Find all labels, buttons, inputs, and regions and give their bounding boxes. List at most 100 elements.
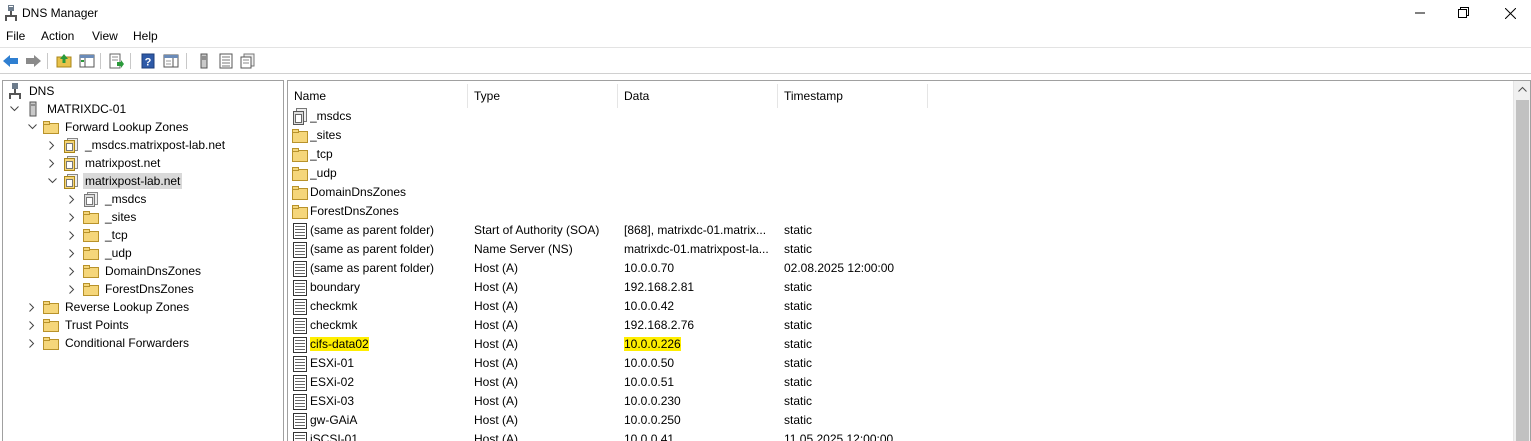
close-button[interactable] xyxy=(1487,0,1531,26)
server-button[interactable] xyxy=(195,52,213,70)
tree-node-forestdnszones[interactable]: ForestDnsZones xyxy=(67,280,196,298)
zone-record-button[interactable] xyxy=(239,52,257,70)
tree-node-server[interactable]: MATRIXDC-01 xyxy=(9,100,128,118)
chevron-down-icon[interactable] xyxy=(47,176,57,186)
cell-timestamp: static xyxy=(784,413,813,427)
tree-node-label: DomainDnsZones xyxy=(105,264,202,278)
tree-node-reverse-lookup-zones[interactable]: Reverse Lookup Zones xyxy=(27,298,191,316)
cell-name: checkmk xyxy=(310,299,358,313)
properties-button[interactable] xyxy=(162,52,180,70)
cell-timestamp: static xyxy=(784,356,813,370)
chevron-right-icon[interactable] xyxy=(47,158,57,168)
cell-name: checkmk xyxy=(310,318,358,332)
minimize-icon xyxy=(1415,12,1425,14)
vertical-scrollbar[interactable] xyxy=(1513,81,1530,441)
chevron-right-icon[interactable] xyxy=(27,338,37,348)
scroll-up-icon[interactable] xyxy=(1514,81,1531,98)
table-row[interactable]: ESXi-01 Host (A) 10.0.0.50 static xyxy=(288,354,1513,373)
column-header-timestamp[interactable]: Timestamp xyxy=(778,84,928,108)
chevron-down-icon[interactable] xyxy=(27,122,37,132)
tree-node-sites[interactable]: _sites xyxy=(67,208,138,226)
table-row[interactable]: ForestDnsZones xyxy=(288,202,1513,221)
cell-name: iSCSI-01 xyxy=(310,432,359,441)
tree-node-forward-lookup-zones[interactable]: Forward Lookup Zones xyxy=(27,118,190,136)
back-arrow-icon xyxy=(3,55,18,67)
table-row[interactable]: checkmk Host (A) 10.0.0.42 static xyxy=(288,297,1513,316)
menu-action[interactable]: Action xyxy=(41,29,74,43)
menu-help[interactable]: Help xyxy=(133,29,158,43)
table-row[interactable]: boundary Host (A) 192.168.2.81 static xyxy=(288,278,1513,297)
table-row[interactable]: _tcp xyxy=(288,145,1513,164)
table-row[interactable]: ESXi-03 Host (A) 10.0.0.230 static xyxy=(288,392,1513,411)
chevron-right-icon[interactable] xyxy=(47,140,57,150)
chevron-right-icon[interactable] xyxy=(67,212,77,222)
minimize-button[interactable] xyxy=(1397,0,1443,26)
column-header-type[interactable]: Type xyxy=(468,84,618,108)
table-row[interactable]: cifs-data02 Host (A) 10.0.0.226 static xyxy=(288,335,1513,354)
tree-node-conditional-forwarders[interactable]: Conditional Forwarders xyxy=(27,334,191,352)
column-header-data[interactable]: Data xyxy=(618,84,778,108)
cell-timestamp: static xyxy=(784,375,813,389)
tree-node-label: Forward Lookup Zones xyxy=(65,120,189,134)
list-button[interactable] xyxy=(217,52,235,70)
title-bar: DNS Manager xyxy=(0,0,1531,26)
table-row[interactable]: (same as parent folder) Host (A) 10.0.0.70… xyxy=(288,259,1513,278)
cell-data: matrixdc-01.matrixpost-la... xyxy=(624,242,769,256)
tree-node-trust-points[interactable]: Trust Points xyxy=(27,316,131,334)
table-row[interactable]: ESXi-02 Host (A) 10.0.0.51 static xyxy=(288,373,1513,392)
chevron-right-icon[interactable] xyxy=(67,194,77,204)
zone-icon xyxy=(292,108,308,125)
list-icon xyxy=(219,53,233,69)
cell-timestamp: static xyxy=(784,318,813,332)
chevron-right-icon[interactable] xyxy=(67,284,77,294)
table-row[interactable]: _udp xyxy=(288,164,1513,183)
tree-node-udp[interactable]: _udp xyxy=(67,244,134,262)
chevron-right-icon[interactable] xyxy=(27,320,37,330)
menu-file[interactable]: File xyxy=(6,29,25,43)
tree-node-matrixpost-zone[interactable]: matrixpost.net xyxy=(47,154,162,172)
forward-button[interactable] xyxy=(24,52,42,70)
tree-node-domaindnszones[interactable]: DomainDnsZones xyxy=(67,262,203,280)
cell-name: _msdcs xyxy=(310,109,352,123)
tree-node-msdcs[interactable]: _msdcs xyxy=(67,190,148,208)
table-row[interactable]: _msdcs xyxy=(288,107,1513,126)
tree-node-label: MATRIXDC-01 xyxy=(47,102,127,116)
tree-node-dns[interactable]: DNS xyxy=(7,82,56,100)
table-row[interactable]: (same as parent folder) Start of Authorit… xyxy=(288,221,1513,240)
table-row[interactable]: checkmk Host (A) 192.168.2.76 static xyxy=(288,316,1513,335)
table-row[interactable]: _sites xyxy=(288,126,1513,145)
cell-data: 10.0.0.51 xyxy=(624,375,675,389)
close-icon xyxy=(1504,7,1516,19)
help-button[interactable]: ? xyxy=(139,52,157,70)
scroll-thumb[interactable] xyxy=(1516,100,1529,441)
back-button[interactable] xyxy=(2,52,20,70)
table-row[interactable]: iSCSI-01 Host (A) 10.0.0.41 11.05.2025 12:0… xyxy=(288,430,1513,441)
table-row[interactable]: gw-GAiA Host (A) 10.0.0.250 static xyxy=(288,411,1513,430)
export-list-button[interactable] xyxy=(107,52,125,70)
cell-timestamp: static xyxy=(784,299,813,313)
chevron-right-icon[interactable] xyxy=(67,248,77,258)
tree-node-label: _msdcs xyxy=(105,192,147,206)
table-row[interactable]: DomainDnsZones xyxy=(288,183,1513,202)
cell-data: 10.0.0.50 xyxy=(624,356,675,370)
column-header-name[interactable]: Name xyxy=(288,84,468,108)
tree-node-tcp[interactable]: _tcp xyxy=(67,226,130,244)
table-row[interactable]: (same as parent folder) Name Server (NS) m… xyxy=(288,240,1513,259)
restore-button[interactable] xyxy=(1441,0,1487,26)
tree-node-label: DNS xyxy=(29,84,55,98)
records-list[interactable]: Name Type Data Timestamp _msdcs _sites _tc… xyxy=(287,80,1531,441)
up-one-level-button[interactable] xyxy=(55,52,73,70)
menu-view[interactable]: View xyxy=(92,29,118,43)
forward-arrow-icon xyxy=(26,55,41,67)
folder-icon xyxy=(292,127,308,144)
console-tree[interactable]: DNS MATRIXDC-01 Forward Lookup Zones _ms… xyxy=(2,80,284,441)
tree-node-matrixpost-lab-zone[interactable]: matrixpost-lab.net xyxy=(47,172,183,190)
chevron-right-icon[interactable] xyxy=(27,302,37,312)
chevron-right-icon[interactable] xyxy=(67,230,77,240)
tree-node-msdcs-zone[interactable]: _msdcs.matrixpost-lab.net xyxy=(47,136,227,154)
cell-type: Host (A) xyxy=(474,261,519,275)
chevron-down-icon[interactable] xyxy=(9,104,19,114)
show-hide-tree-button[interactable] xyxy=(78,52,96,70)
tree-node-label: _tcp xyxy=(105,228,128,242)
chevron-right-icon[interactable] xyxy=(67,266,77,276)
